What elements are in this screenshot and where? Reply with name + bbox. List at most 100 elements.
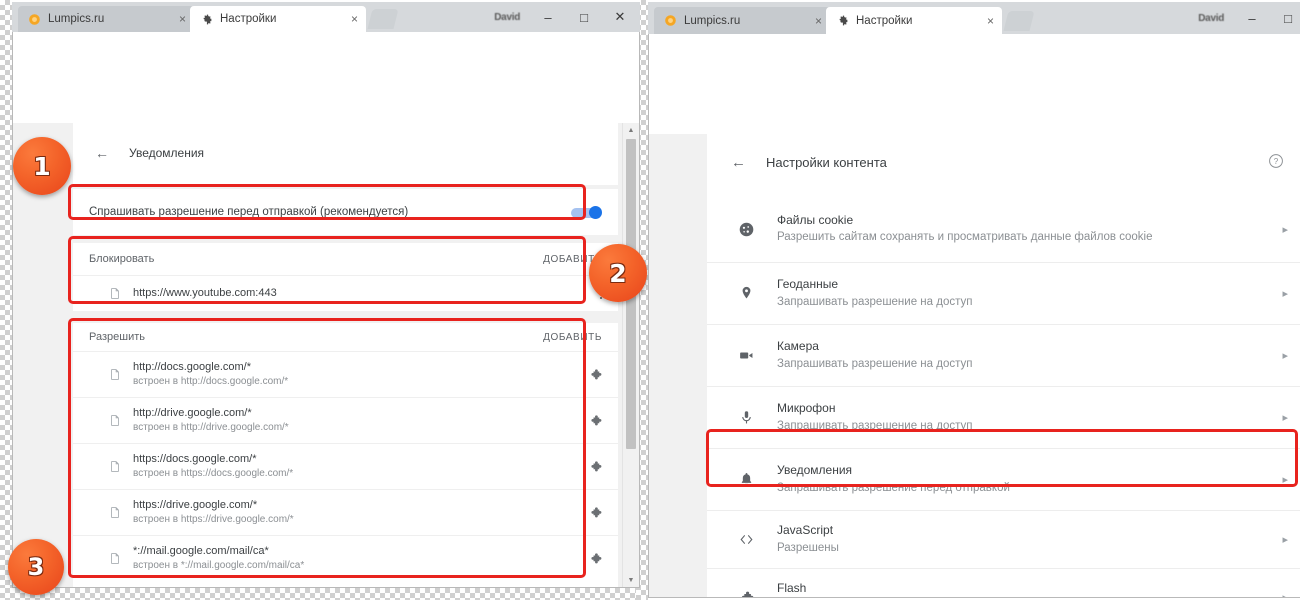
chevron-right-icon[interactable]: ▸ (1274, 223, 1288, 236)
page-file-icon (107, 368, 123, 381)
left-back-arrow-icon[interactable]: ← (95, 145, 109, 161)
table-row[interactable]: http://docs.google.com/* встроен в http:… (73, 351, 618, 397)
right-browser-window: Lumpics.ru × Настройки × David – □ ← → ↻ (648, 2, 1300, 598)
location-pin-icon (733, 285, 759, 302)
right-row-4-sub: Запрашивать разрешение перед отправкой (777, 480, 1274, 497)
left-allow-item-0-text: http://docs.google.com/* встроен в http:… (123, 360, 582, 388)
table-row[interactable]: *://mail.google.com/mail/ca* встроен в *… (73, 535, 618, 581)
page-file-icon (107, 460, 123, 473)
table-row[interactable]: https://www.youtube.com:443 (73, 275, 618, 311)
right-tab-lumpics-close[interactable]: × (801, 14, 822, 28)
transparent-backdrop-bottom (0, 588, 648, 600)
screenshot-root: Lumpics.ru × Настройки × David – □ ✕ ← → (0, 0, 1300, 600)
microphone-icon (733, 409, 759, 426)
left-maximize-button[interactable]: □ (566, 2, 602, 32)
chevron-right-icon[interactable]: ▸ (1274, 533, 1288, 546)
left-allow-item-1-url: http://drive.google.com/* (133, 406, 582, 421)
left-window-controls: David – □ ✕ (494, 2, 640, 32)
right-user-name[interactable]: David (1198, 13, 1234, 24)
chevron-right-icon[interactable]: ▸ (1274, 349, 1288, 362)
right-tab-lumpics[interactable]: Lumpics.ru × (654, 7, 830, 34)
gear-favicon (836, 14, 849, 27)
right-row-2-title: Камера (777, 338, 1274, 355)
table-row[interactable]: http://drive.google.com/* встроен в http… (73, 397, 618, 443)
left-tab-lumpics[interactable]: Lumpics.ru × (18, 6, 194, 32)
right-row-6-title: Flash (777, 580, 1274, 597)
right-row-6-text: Flash Всегда спрашивать (759, 580, 1274, 597)
left-block-item-text: https://www.youtube.com:443 (123, 286, 582, 301)
left-vertical-scrollbar[interactable]: ▲ ▼ (622, 123, 638, 587)
help-circle-icon[interactable]: ? (1268, 153, 1300, 172)
lumpics-favicon (664, 14, 677, 27)
list-item[interactable]: Flash Всегда спрашивать ▸ (707, 568, 1300, 597)
extension-puzzle-icon[interactable] (582, 368, 602, 382)
chevron-right-icon[interactable]: ▸ (1274, 411, 1288, 424)
right-new-tab-button[interactable] (1004, 11, 1035, 31)
list-item[interactable]: Микрофон Запрашивать разрешение на досту… (707, 386, 1300, 448)
left-allow-item-3-url: https://drive.google.com/* (133, 498, 582, 513)
left-close-button[interactable]: ✕ (602, 2, 638, 32)
page-file-icon (107, 506, 123, 519)
left-ask-permission-toggle[interactable] (571, 206, 602, 219)
chevron-right-icon[interactable]: ▸ (1274, 287, 1288, 300)
list-item[interactable]: JavaScript Разрешены ▸ (707, 510, 1300, 568)
left-tab-settings-close[interactable]: × (337, 12, 358, 26)
left-allow-item-4-text: *://mail.google.com/mail/ca* встроен в *… (123, 544, 582, 572)
left-allow-add-button[interactable]: ДОБАВИТЬ (543, 332, 602, 343)
right-row-4-title: Уведомления (777, 462, 1274, 479)
left-user-name[interactable]: David (494, 12, 530, 23)
scroll-down-arrow-icon[interactable]: ▼ (623, 573, 639, 587)
svg-text:?: ? (1274, 157, 1279, 166)
right-row-2-text: Камера Запрашивать разрешение на доступ (759, 338, 1274, 372)
table-row[interactable]: https://docs.google.com/* встроен в http… (73, 443, 618, 489)
annotation-badge-3-label: 3 (28, 553, 45, 581)
left-tabstrip: Lumpics.ru × Настройки × David – □ ✕ (12, 2, 640, 32)
right-row-3-sub: Запрашивать разрешение на доступ (777, 418, 1274, 435)
right-row-1-sub: Запрашивать разрешение на доступ (777, 294, 1274, 311)
left-tab-lumpics-close[interactable]: × (165, 12, 186, 26)
extension-puzzle-icon[interactable] (582, 414, 602, 428)
right-row-1-title: Геоданные (777, 276, 1274, 293)
extension-puzzle-icon[interactable] (582, 460, 602, 474)
left-block-section-card: Блокировать ДОБАВИТЬ https://www.youtube… (73, 243, 618, 311)
list-item[interactable]: Камера Запрашивать разрешение на доступ … (707, 324, 1300, 386)
extension-puzzle-icon[interactable] (582, 552, 602, 566)
page-file-icon (107, 552, 123, 565)
chevron-right-icon[interactable]: ▸ (1274, 591, 1288, 597)
code-brackets-icon (733, 531, 759, 548)
right-maximize-button[interactable]: □ (1270, 3, 1300, 33)
left-minimize-button[interactable]: – (530, 2, 566, 32)
left-allow-item-2-url: https://docs.google.com/* (133, 452, 582, 467)
list-item[interactable]: Файлы cookie Разрешить сайтам сохранять … (707, 196, 1300, 262)
left-settings-body: ← Уведомления Спрашивать разрешение пере… (13, 123, 639, 587)
left-allow-item-4-sub: встроен в *://mail.google.com/mail/ca* (133, 559, 582, 573)
right-tab-settings[interactable]: Настройки × (826, 7, 1002, 34)
scroll-up-arrow-icon[interactable]: ▲ (623, 123, 639, 137)
lumpics-favicon (28, 13, 41, 26)
list-item[interactable]: Геоданные Запрашивать разрешение на дост… (707, 262, 1300, 324)
annotation-badge-3: 3 (8, 539, 64, 595)
left-page-heading: Уведомления (129, 146, 204, 160)
right-minimize-button[interactable]: – (1234, 3, 1270, 33)
left-ask-permission-card: Спрашивать разрешение перед отправкой (р… (73, 189, 618, 235)
right-tab-settings-title: Настройки (856, 15, 912, 27)
right-back-arrow-icon[interactable]: ← (731, 154, 746, 171)
extension-puzzle-icon (733, 590, 759, 598)
table-row[interactable]: https://drive.google.com/* встроен в htt… (73, 489, 618, 535)
left-allow-item-3-text: https://drive.google.com/* встроен в htt… (123, 498, 582, 526)
right-row-5-text: JavaScript Разрешены (759, 522, 1274, 556)
right-row-4-text: Уведомления Запрашивать разрешение перед… (759, 462, 1274, 496)
right-row-3-text: Микрофон Запрашивать разрешение на досту… (759, 400, 1274, 434)
extension-puzzle-icon[interactable] (582, 506, 602, 520)
right-row-2-sub: Запрашивать разрешение на доступ (777, 356, 1274, 373)
right-row-0-text: Файлы cookie Разрешить сайтам сохранять … (759, 212, 1274, 246)
right-page-heading: Настройки контента (766, 155, 887, 170)
right-tab-settings-close[interactable]: × (973, 14, 994, 28)
left-ask-permission-row[interactable]: Спрашивать разрешение перед отправкой (р… (73, 189, 618, 235)
toggle-knob (589, 206, 602, 219)
left-tab-settings[interactable]: Настройки × (190, 6, 366, 32)
list-item[interactable]: Уведомления Запрашивать разрешение перед… (707, 448, 1300, 510)
left-browser-window: Lumpics.ru × Настройки × David – □ ✕ ← → (12, 2, 640, 588)
chevron-right-icon[interactable]: ▸ (1274, 473, 1288, 486)
left-new-tab-button[interactable] (368, 9, 399, 29)
